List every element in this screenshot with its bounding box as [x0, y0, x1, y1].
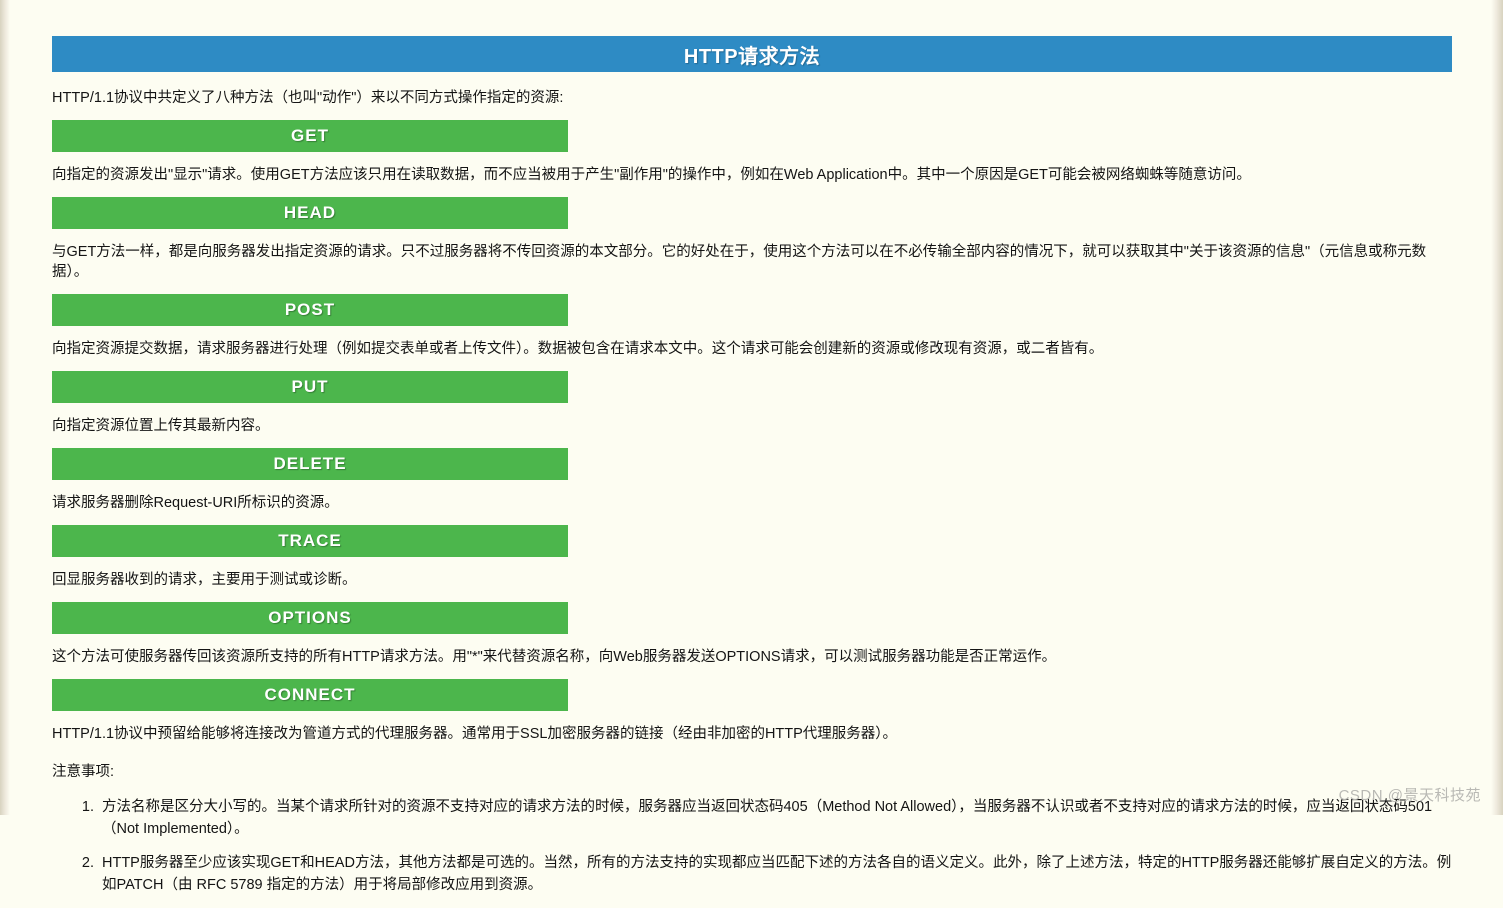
page-right-edge-shadow: [1491, 0, 1503, 815]
method-description-trace: 回显服务器收到的请求，主要用于测试或诊断。: [52, 572, 357, 588]
method-block-delete: DELETE 请求服务器删除Request-URI所标识的资源。: [52, 448, 1452, 513]
method-heading-options: OPTIONS: [52, 602, 568, 634]
method-description-get: 向指定的资源发出"显示"请求。使用GET方法应该只用在读取数据，而不应当被用于产…: [52, 167, 1251, 183]
page-left-edge-shadow: [0, 0, 10, 815]
notes-heading: 注意事项:: [52, 764, 115, 780]
method-block-post: POST 向指定资源提交数据，请求服务器进行处理（例如提交表单或者上传文件）。数…: [52, 294, 1452, 359]
method-name-delete: DELETE: [273, 454, 347, 473]
method-heading-get: GET: [52, 120, 568, 152]
method-block-options: OPTIONS 这个方法可使服务器传回该资源所支持的所有HTTP请求方法。用"*…: [52, 602, 1452, 667]
method-heading-head: HEAD: [52, 197, 568, 229]
method-description-delete: 请求服务器删除Request-URI所标识的资源。: [52, 495, 339, 511]
method-block-put: PUT 向指定资源位置上传其最新内容。: [52, 371, 1452, 436]
notes-list-item: 方法名称是区分大小写的。当某个请求所针对的资源不支持对应的请求方法的时候，服务器…: [98, 796, 1452, 840]
method-name-post: POST: [284, 300, 336, 319]
method-description-options: 这个方法可使服务器传回该资源所支持的所有HTTP请求方法。用"*"来代替资源名称…: [52, 649, 1057, 665]
method-description-connect: HTTP/1.1协议中预留给能够将连接改为管道方式的代理服务器。通常用于SSL加…: [52, 726, 898, 742]
page-title: HTTP请求方法: [683, 45, 821, 68]
method-heading-connect: CONNECT: [52, 679, 568, 711]
notes-list: 方法名称是区分大小写的。当某个请求所针对的资源不支持对应的请求方法的时候，服务器…: [52, 796, 1452, 896]
method-name-get: GET: [291, 126, 329, 145]
method-description-put: 向指定资源位置上传其最新内容。: [52, 418, 270, 434]
page-title-bar: HTTP请求方法: [52, 36, 1452, 72]
method-name-connect: CONNECT: [264, 685, 356, 704]
method-block-connect: CONNECT HTTP/1.1协议中预留给能够将连接改为管道方式的代理服务器。…: [52, 679, 1452, 744]
method-heading-post: POST: [52, 294, 568, 326]
watermark: CSDN @景天科技苑: [1338, 787, 1481, 804]
method-name-put: PUT: [291, 377, 329, 396]
method-heading-delete: DELETE: [52, 448, 568, 480]
document-content: HTTP请求方法 HTTP/1.1协议中共定义了八种方法（也叫"动作"）来以不同…: [52, 0, 1452, 908]
method-name-options: OPTIONS: [268, 608, 352, 627]
method-block-trace: TRACE 回显服务器收到的请求，主要用于测试或诊断。: [52, 525, 1452, 590]
method-description-post: 向指定资源提交数据，请求服务器进行处理（例如提交表单或者上传文件）。数据被包含在…: [52, 341, 1104, 357]
notes-list-item: HTTP服务器至少应该实现GET和HEAD方法，其他方法都是可选的。当然，所有的…: [98, 852, 1452, 896]
method-description-head: 与GET方法一样，都是向服务器发出指定资源的请求。只不过服务器将不传回资源的本文…: [52, 244, 1427, 280]
method-heading-trace: TRACE: [52, 525, 568, 557]
method-block-head: HEAD 与GET方法一样，都是向服务器发出指定资源的请求。只不过服务器将不传回…: [52, 197, 1452, 282]
method-name-trace: TRACE: [278, 531, 342, 550]
method-heading-put: PUT: [52, 371, 568, 403]
method-block-get: GET 向指定的资源发出"显示"请求。使用GET方法应该只用在读取数据，而不应当…: [52, 120, 1452, 185]
intro-paragraph: HTTP/1.1协议中共定义了八种方法（也叫"动作"）来以不同方式操作指定的资源…: [52, 90, 564, 106]
method-name-head: HEAD: [283, 203, 337, 222]
